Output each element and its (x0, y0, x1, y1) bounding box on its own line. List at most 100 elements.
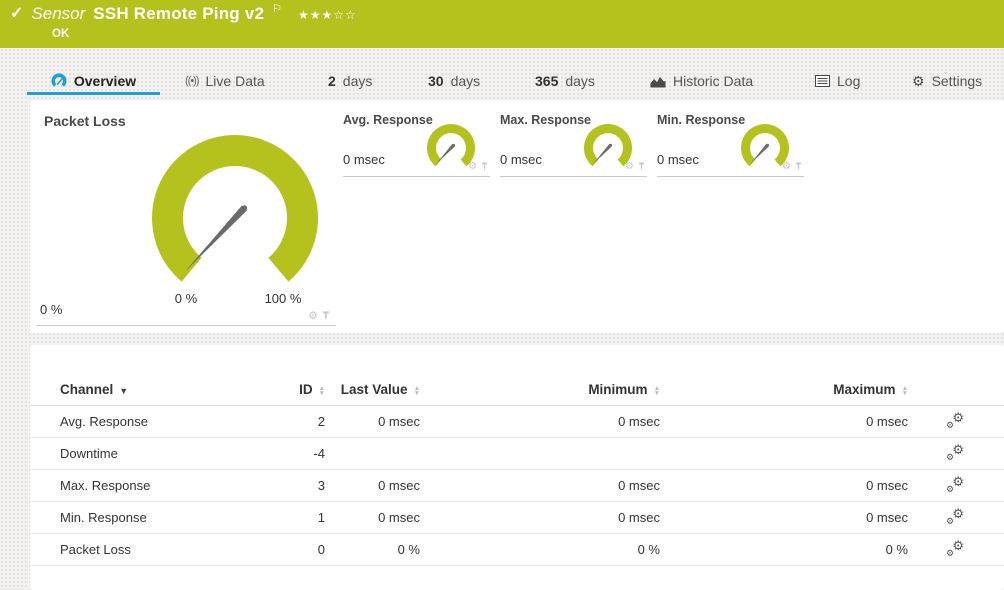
main-gauge-title: Packet Loss (44, 113, 126, 129)
gauge-section-divider (36, 325, 336, 326)
sort-icon: ▲ ▼ (653, 384, 660, 397)
pin-icon[interactable] (481, 162, 488, 171)
mini-gauge-value: 0 msec (343, 152, 385, 167)
table-row[interactable]: Min. Response 1 0 msec 0 msec 0 msec ⚙ ⚙ (30, 501, 1004, 534)
pin-icon[interactable] (322, 310, 330, 321)
cell-minimum: 0 msec (420, 469, 660, 502)
cell-channel-id: 2 (265, 405, 325, 438)
cell-minimum (420, 437, 660, 470)
column-header-maximum[interactable]: Maximum ▲ ▼ (660, 375, 908, 406)
cell-last-value (325, 437, 420, 470)
tab-label: days (342, 73, 373, 89)
cell-channel-name: Max. Response (30, 469, 265, 502)
tab-number: 30 (428, 73, 444, 89)
live-data-icon: ((•)) (185, 75, 199, 87)
mini-gauge-max-response: Max. Response 0 msec ⚙ (500, 100, 647, 333)
cell-minimum: 0 msec (420, 501, 660, 534)
edit-channel-gears-icon[interactable]: ⚙ ⚙ (946, 538, 964, 558)
tab-30-days[interactable]: 30 days (428, 66, 480, 96)
gauge-settings-gear-icon[interactable]: ⚙ (782, 161, 791, 172)
gauge-tools: ⚙ (308, 309, 330, 322)
main-gauge-value: 0 % (40, 302, 63, 317)
tab-365-days[interactable]: 365 days (535, 66, 595, 96)
cell-maximum: 0 msec (660, 501, 908, 534)
tab-number: 365 (535, 73, 559, 89)
cell-channel-id: 3 (265, 469, 325, 502)
settings-gear-icon: ⚙ (912, 72, 925, 89)
cell-maximum: 0 msec (660, 469, 908, 502)
status-check-icon: ✓ (10, 5, 24, 22)
column-header-last-value[interactable]: Last Value ▲ ▼ (325, 375, 420, 406)
tab-label: days (450, 73, 481, 89)
tab-settings[interactable]: ⚙ Settings (912, 66, 982, 96)
gauge-settings-gear-icon[interactable]: ⚙ (468, 161, 477, 172)
tab-label: days (565, 73, 595, 89)
tab-log[interactable]: Log (815, 66, 860, 96)
column-header-id[interactable]: ID ▲ ▼ (265, 375, 325, 406)
tab-label: Settings (931, 73, 983, 89)
tab-live-data[interactable]: ((•)) Live Data (185, 66, 265, 96)
log-list-icon (815, 75, 830, 87)
edit-channel-gears-icon[interactable]: ⚙ ⚙ (946, 410, 964, 430)
stars-empty: ☆☆ (333, 8, 357, 22)
edit-channel-gears-icon[interactable]: ⚙ ⚙ (946, 442, 964, 462)
gauge-settings-gear-icon[interactable]: ⚙ (625, 161, 634, 172)
cell-maximum: 0 % (660, 533, 908, 566)
mini-gauge-value: 0 msec (500, 152, 542, 167)
cell-channel-name: Avg. Response (30, 405, 265, 438)
pin-icon[interactable] (638, 162, 645, 171)
gauge-needle (184, 205, 248, 273)
tab-number: 2 (328, 73, 336, 89)
cell-channel-name: Min. Response (30, 501, 265, 534)
channel-table-body: Avg. Response 2 0 msec 0 msec 0 msec ⚙ ⚙ … (30, 405, 1004, 566)
status-badge: OK (52, 28, 70, 40)
object-kind-label: Sensor (31, 4, 86, 23)
cell-last-value: 0 % (325, 533, 420, 566)
table-row[interactable]: Packet Loss 0 0 % 0 % 0 % ⚙ ⚙ (30, 533, 1004, 566)
cell-last-value: 0 msec (325, 469, 420, 502)
gauge-tools: ⚙ (625, 161, 645, 172)
column-header-channel[interactable]: Channel ▼ (30, 375, 265, 406)
tab-label: Historic Data (673, 73, 754, 89)
cell-last-value: 0 msec (325, 501, 420, 534)
gauges-panel: Packet Loss 0 % 100 % 0 % ⚙ Avg. Respons… (30, 100, 1004, 333)
tab-label: Live Data (205, 73, 265, 89)
gauge-scale-max: 100 % (264, 291, 302, 306)
table-row[interactable]: Downtime -4 ⚙ ⚙ (30, 437, 1004, 470)
priority-flag-icon[interactable]: ⚐ (272, 2, 282, 15)
cell-channel-id: 1 (265, 501, 325, 534)
edit-channel-gears-icon[interactable]: ⚙ ⚙ (946, 506, 964, 526)
gauge-section-divider (657, 176, 804, 177)
table-header-row: Channel ▼ ID ▲ ▼ Last Value ▲ ▼ Minimum ▲ ▼ Max… (30, 375, 1004, 406)
historic-chart-icon (650, 76, 666, 87)
sort-icon: ▲ ▼ (318, 384, 325, 397)
pin-icon[interactable] (795, 162, 802, 171)
tab-label: Log (837, 73, 861, 89)
mini-gauge-value: 0 msec (657, 152, 699, 167)
table-row[interactable]: Max. Response 3 0 msec 0 msec 0 msec ⚙ ⚙ (30, 469, 1004, 502)
mini-gauge-min-response: Min. Response 0 msec ⚙ (657, 100, 804, 333)
column-header-minimum[interactable]: Minimum ▲ ▼ (420, 375, 660, 406)
tab-historic-data[interactable]: Historic Data (650, 66, 753, 96)
cell-channel-id: 0 (265, 533, 325, 566)
cell-channel-id: -4 (265, 437, 325, 470)
tab-2-days[interactable]: 2 days (328, 66, 372, 96)
table-row[interactable]: Avg. Response 2 0 msec 0 msec 0 msec ⚙ ⚙ (30, 405, 1004, 438)
cell-minimum: 0 msec (420, 405, 660, 438)
cell-last-value: 0 msec (325, 405, 420, 438)
tab-overview[interactable]: Overview (27, 66, 160, 96)
mini-gauge-title: Min. Response (657, 113, 746, 127)
active-tab-underline (27, 92, 160, 95)
stars-filled: ★★★ (297, 8, 334, 22)
sensor-header-bar: ✓ Sensor SSH Remote Ping v2 ⚐ ★★★☆☆ OK (0, 0, 1004, 48)
gauge-section-divider (500, 176, 647, 177)
gauge-settings-gear-icon[interactable]: ⚙ (308, 309, 318, 322)
cell-channel-name: Downtime (30, 437, 265, 470)
channels-panel: Channel ▼ ID ▲ ▼ Last Value ▲ ▼ Minimum ▲ ▼ Max… (30, 345, 1004, 590)
sort-desc-icon: ▼ (119, 386, 129, 397)
priority-stars[interactable]: ★★★☆☆ (298, 8, 357, 22)
sort-icon: ▲ ▼ (413, 384, 420, 397)
mini-gauge-title: Max. Response (500, 113, 592, 127)
edit-channel-gears-icon[interactable]: ⚙ ⚙ (946, 474, 964, 494)
sensor-title: SSH Remote Ping v2 (93, 4, 265, 23)
